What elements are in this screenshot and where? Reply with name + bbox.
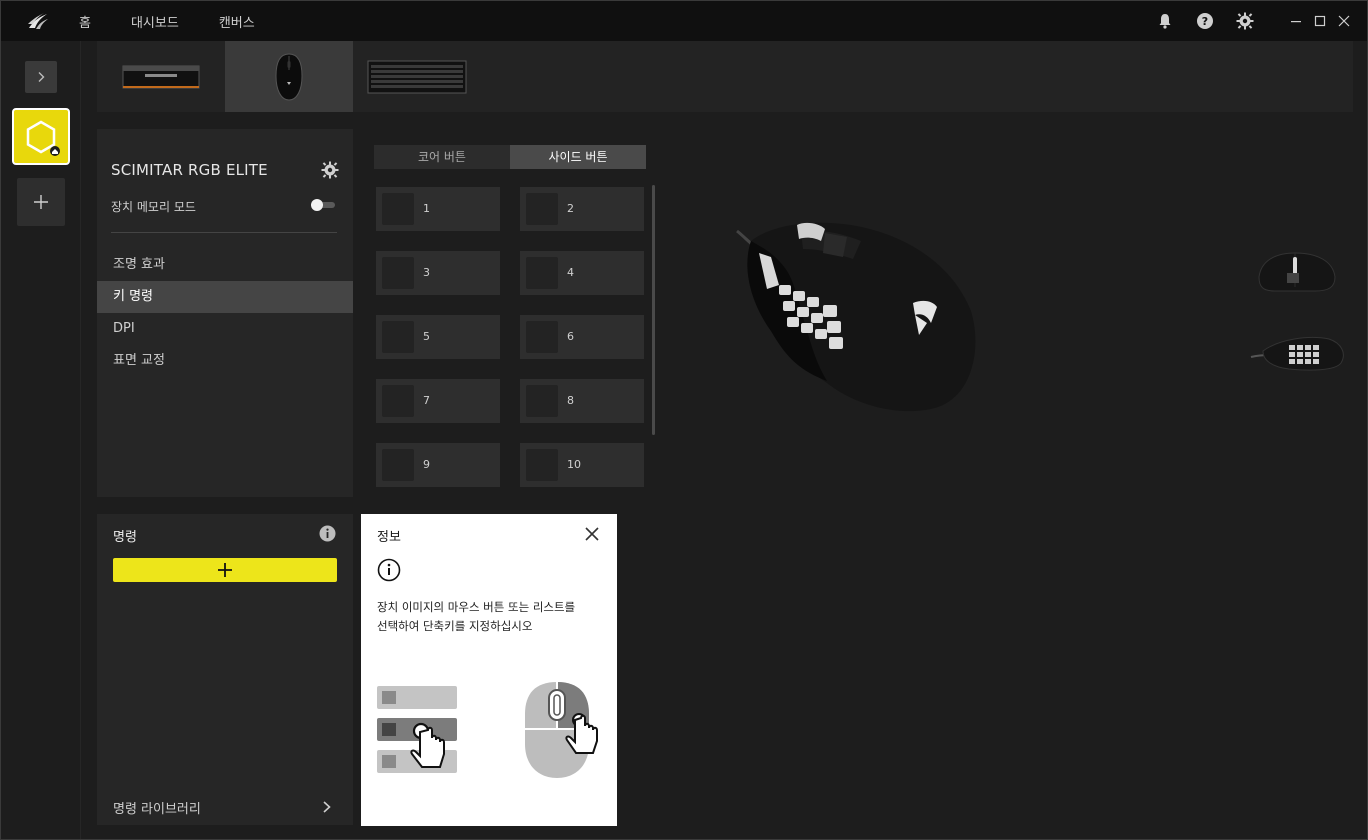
side-button-label: 6: [567, 330, 574, 343]
side-button-5[interactable]: 5: [376, 315, 500, 359]
title-actions: ?: [1135, 1, 1351, 41]
side-button-label: 3: [423, 266, 430, 279]
menu-key-assignments[interactable]: 키 명령: [97, 281, 353, 313]
key-swatch: [526, 193, 558, 225]
nav-canvas[interactable]: 캔버스: [219, 12, 255, 31]
device-name: SCIMITAR RGB ELITE: [111, 161, 268, 179]
plus-icon: [34, 195, 48, 209]
key-swatch: [382, 257, 414, 289]
side-button-8[interactable]: 8: [520, 379, 644, 423]
commands-title: 명령: [113, 530, 137, 545]
side-button-6[interactable]: 6: [520, 315, 644, 359]
info-icon[interactable]: [319, 525, 336, 542]
main-nav: 홈 대시보드 캔버스: [79, 12, 295, 31]
info-text-line-1: 장치 이미지의 마우스 버튼 또는 리스트를: [377, 600, 576, 614]
memory-mode-toggle[interactable]: [311, 199, 335, 211]
device-settings-gear-icon[interactable]: [321, 161, 339, 179]
settings-gear-icon[interactable]: [1235, 11, 1255, 31]
side-button-label: 2: [567, 202, 574, 215]
active-profile-button[interactable]: [12, 108, 70, 165]
side-button-label: 8: [567, 394, 574, 407]
nav-dashboard[interactable]: 대시보드: [131, 12, 179, 31]
command-library-link[interactable]: 명령 라이브러리: [113, 798, 201, 817]
notification-bell-icon[interactable]: [1155, 11, 1175, 31]
mouse-device-render[interactable]: [731, 211, 991, 421]
hexagon-profile-icon: [26, 120, 60, 156]
memory-mode-label: 장치 메모리 모드: [111, 200, 196, 214]
key-swatch: [526, 449, 558, 481]
instruction-illustration: [377, 682, 598, 778]
button-list-scrollbar[interactable]: [652, 185, 655, 435]
mouse-top-view-thumbnail[interactable]: [1255, 247, 1339, 299]
key-swatch: [382, 193, 414, 225]
ram-module-image: [122, 65, 200, 88]
info-text-line-2: 선택하여 단축키를 지정하십시오: [377, 619, 533, 633]
menu-dpi[interactable]: DPI: [97, 313, 353, 345]
app-window: 홈 대시보드 캔버스 ? SCIMITAR RGB ELITE 장치 메모리 모…: [0, 0, 1368, 840]
key-swatch: [382, 385, 414, 417]
plus-icon: [218, 563, 232, 577]
key-swatch: [382, 321, 414, 353]
chevron-right-icon[interactable]: [321, 799, 333, 813]
maximize-icon[interactable]: [1313, 14, 1327, 28]
panel-divider: [111, 232, 337, 233]
corsair-logo-icon: [27, 1, 67, 41]
side-button-label: 7: [423, 394, 430, 407]
key-swatch: [526, 321, 558, 353]
menu-lighting-effects[interactable]: 조명 효과: [97, 249, 353, 281]
side-button-1[interactable]: 1: [376, 187, 500, 231]
tab-side-buttons[interactable]: 사이드 버튼: [510, 145, 646, 169]
key-swatch: [382, 449, 414, 481]
device-tab-mouse[interactable]: [225, 41, 353, 112]
info-popup-text: 장치 이미지의 마우스 버튼 또는 리스트를 선택하여 단축키를 지정하십시오: [377, 598, 605, 636]
side-button-label: 10: [567, 458, 581, 471]
expand-rail-button[interactable]: [25, 61, 57, 93]
info-popup: 정보 장치 이미지의 마우스 버튼 또는 리스트를 선택하여 단축키를 지정하십…: [361, 514, 617, 826]
add-profile-button[interactable]: [17, 178, 65, 226]
side-button-7[interactable]: 7: [376, 379, 500, 423]
close-window-icon[interactable]: [1337, 14, 1351, 28]
button-type-tabs: 코어 버튼 사이드 버튼: [374, 145, 646, 169]
commands-panel: 명령 명령 라이브러리: [97, 514, 353, 825]
side-button-label: 4: [567, 266, 574, 279]
side-button-4[interactable]: 4: [520, 251, 644, 295]
info-circle-icon: [377, 558, 401, 582]
minimize-icon[interactable]: [1289, 14, 1303, 28]
mouse-side-view-thumbnail[interactable]: [1249, 331, 1347, 377]
info-popup-title: 정보: [377, 530, 401, 545]
profile-rail: [1, 41, 81, 839]
mouse-device-image: [275, 52, 303, 101]
toggle-knob: [311, 199, 323, 211]
device-tab-keyboard[interactable]: [353, 41, 481, 112]
chevron-right-icon: [38, 72, 45, 82]
device-tab-memory[interactable]: [97, 41, 225, 112]
nav-home[interactable]: 홈: [79, 12, 91, 31]
side-button-label: 9: [423, 458, 430, 471]
device-panel: SCIMITAR RGB ELITE 장치 메모리 모드 조명 효과 키 명령 …: [97, 129, 353, 497]
key-swatch: [526, 257, 558, 289]
help-icon[interactable]: ?: [1195, 11, 1215, 31]
side-button-2[interactable]: 2: [520, 187, 644, 231]
side-button-label: 5: [423, 330, 430, 343]
svg-text:?: ?: [1202, 15, 1208, 28]
side-button-10[interactable]: 10: [520, 443, 644, 487]
side-button-label: 1: [423, 202, 430, 215]
device-tab-bar: [97, 41, 1353, 112]
keyboard-device-image: [367, 60, 467, 93]
key-swatch: [526, 385, 558, 417]
add-command-button[interactable]: [113, 558, 337, 582]
tab-core-buttons[interactable]: 코어 버튼: [374, 145, 510, 169]
menu-surface-calibration[interactable]: 표면 교정: [97, 345, 353, 377]
side-button-3[interactable]: 3: [376, 251, 500, 295]
side-button-9[interactable]: 9: [376, 443, 500, 487]
title-bar: 홈 대시보드 캔버스 ?: [1, 1, 1367, 41]
close-icon[interactable]: [583, 525, 601, 543]
